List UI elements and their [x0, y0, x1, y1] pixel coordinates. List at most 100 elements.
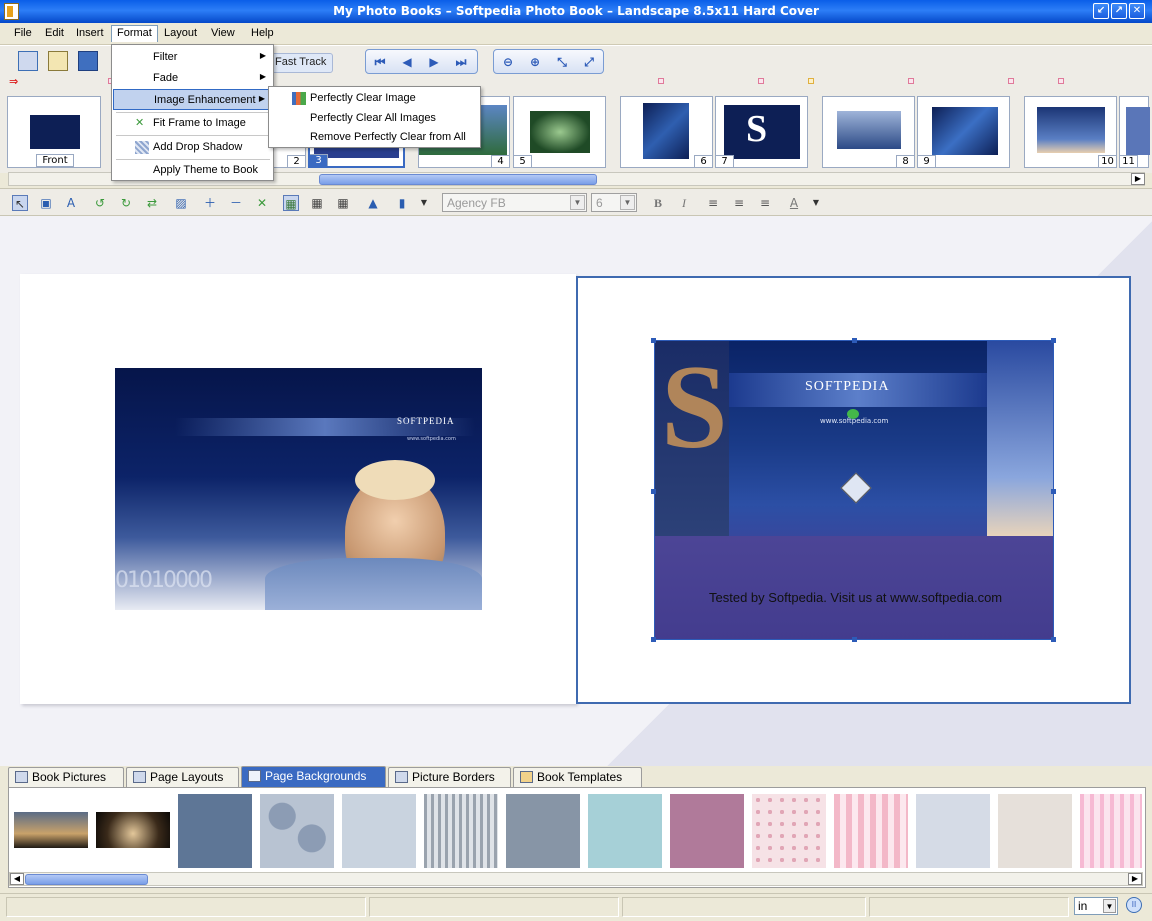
background-thumb[interactable] [670, 794, 744, 868]
align-center-icon[interactable]: ≡ [731, 195, 747, 211]
unit-select[interactable]: in ▼ [1074, 897, 1118, 915]
resize-handle[interactable] [1051, 637, 1056, 642]
rotate-right-icon[interactable]: ↻ [118, 195, 134, 211]
right-page[interactable]: S SOFTPEDIA www.softpedia.com Tested by … [576, 276, 1131, 704]
font-family-select[interactable]: Agency FB ▼ [442, 193, 587, 212]
zoom-image-out-icon[interactable]: － [228, 195, 244, 211]
rotate-left-icon[interactable]: ↺ [92, 195, 108, 211]
menu-item-perfectly-clear-all[interactable]: Perfectly Clear All Images [270, 108, 479, 129]
thumbnail-page-8[interactable]: 8 [822, 96, 915, 168]
tab-picture-borders[interactable]: Picture Borders [388, 767, 511, 787]
background-thumb[interactable] [96, 812, 170, 848]
tab-book-pictures[interactable]: Book Pictures [8, 767, 124, 787]
tab-page-backgrounds[interactable]: Page Backgrounds [241, 766, 386, 787]
menu-item-fit-frame[interactable]: ✕ Fit Frame to Image [113, 113, 272, 134]
move-handle-icon[interactable] [840, 472, 872, 504]
resize-handle[interactable] [651, 637, 656, 642]
thumbnail-scroll-thumb[interactable] [319, 174, 597, 185]
thumbnail-page-11[interactable]: 11 [1119, 96, 1150, 168]
menu-item-fade[interactable]: Fade ▶ [113, 68, 272, 89]
align-left-icon[interactable]: ≡ [705, 195, 721, 211]
fast-track-button[interactable]: Fast Track [268, 53, 334, 73]
select-icon[interactable]: ↖ [12, 195, 28, 211]
text-color-dropdown-icon[interactable]: ▼ [808, 195, 824, 211]
italic-icon[interactable]: I [676, 195, 692, 211]
background-thumb[interactable] [178, 794, 252, 868]
menu-item-drop-shadow[interactable]: Add Drop Shadow [113, 137, 272, 158]
fit-image-icon[interactable]: ✕ [254, 195, 270, 211]
background-thumb[interactable] [260, 794, 334, 868]
left-page[interactable]: SOFTPEDIA www.softpedia.com 01010000 [20, 274, 576, 704]
zoom-in-icon[interactable]: ⊕ [529, 56, 541, 68]
resize-handle[interactable] [1051, 338, 1056, 343]
background-thumb[interactable] [342, 794, 416, 868]
menu-item-perfectly-clear-image[interactable]: Perfectly Clear Image [270, 88, 479, 109]
menu-view[interactable]: View [206, 26, 240, 43]
zoom-image-in-icon[interactable]: ＋ [202, 195, 218, 211]
thumbnail-page-5[interactable]: 5 [513, 96, 606, 168]
menu-edit[interactable]: Edit [40, 26, 69, 43]
thumbnail-page-6[interactable]: 6 [620, 96, 713, 168]
chart-dropdown-icon[interactable]: ▼ [416, 195, 432, 211]
menu-format[interactable]: Format [111, 25, 158, 42]
shadow-icon[interactable]: ▨ [173, 195, 189, 211]
image-fill-icon[interactable]: ▦ [283, 195, 299, 211]
maximize-icon[interactable]: ↗ [1111, 3, 1127, 19]
background-thumb[interactable] [998, 794, 1072, 868]
resize-handle[interactable] [852, 338, 857, 343]
resize-handle[interactable] [1051, 489, 1056, 494]
background-thumb[interactable] [424, 794, 498, 868]
thumbnail-page-10[interactable]: 10 [1024, 96, 1117, 168]
first-page-icon[interactable]: ⏮ [374, 56, 386, 68]
new-book-icon[interactable] [18, 51, 38, 71]
background-thumb[interactable] [752, 794, 826, 868]
menu-layout[interactable]: Layout [159, 26, 202, 43]
add-text-icon[interactable]: A [63, 195, 79, 211]
thumbnail-page-7[interactable]: S 7 [715, 96, 808, 168]
backgrounds-scroll-thumb[interactable] [25, 874, 148, 885]
fit-page-icon[interactable]: ⤡ [556, 56, 568, 68]
zoom-out-icon[interactable]: ⊖ [502, 56, 514, 68]
add-frame-icon[interactable]: ▣ [38, 195, 54, 211]
scroll-right-icon[interactable]: ▶ [1131, 173, 1145, 185]
menu-item-remove-perfectly-clear[interactable]: Remove Perfectly Clear from All [270, 127, 479, 148]
background-thumb[interactable] [506, 794, 580, 868]
resize-handle[interactable] [651, 489, 656, 494]
close-icon[interactable]: ✕ [1129, 3, 1145, 19]
background-thumb[interactable] [14, 812, 88, 848]
background-thumb[interactable] [1080, 794, 1142, 868]
menu-help[interactable]: Help [246, 26, 279, 43]
pause-icon[interactable]: ll [1126, 897, 1142, 913]
font-size-select[interactable]: 6 ▼ [591, 193, 637, 212]
flip-icon[interactable]: ⇄ [144, 195, 160, 211]
fit-spread-icon[interactable]: ⤢ [583, 56, 595, 68]
menu-file[interactable]: File [9, 26, 37, 43]
left-page-photo[interactable]: SOFTPEDIA www.softpedia.com 01010000 [115, 368, 482, 610]
menu-item-image-enhancement[interactable]: Image Enhancement ▶ [113, 89, 272, 110]
add-image-icon[interactable]: ▲ [365, 195, 381, 211]
last-page-icon[interactable]: ⏭ [455, 56, 467, 68]
thumbnail-front[interactable]: Front [7, 96, 101, 168]
menu-insert[interactable]: Insert [71, 26, 109, 43]
resize-handle[interactable] [852, 637, 857, 642]
text-color-icon[interactable]: A [786, 195, 802, 211]
save-icon[interactable] [78, 51, 98, 71]
background-thumb[interactable] [588, 794, 662, 868]
backgrounds-scrollbar[interactable]: ◀ ▶ [9, 872, 1143, 886]
right-page-photo[interactable]: S SOFTPEDIA www.softpedia.com Tested by … [654, 340, 1054, 640]
tab-book-templates[interactable]: Book Templates [513, 767, 642, 787]
background-thumb[interactable] [916, 794, 990, 868]
bold-icon[interactable]: B [650, 195, 666, 211]
chart-icon[interactable]: ▮ [394, 195, 410, 211]
previous-page-icon[interactable]: ◀ [401, 56, 413, 68]
background-thumb[interactable] [834, 794, 908, 868]
next-page-icon[interactable]: ▶ [428, 56, 440, 68]
image-stretch-icon[interactable]: ▦ [335, 195, 351, 211]
menu-item-filter[interactable]: Filter ▶ [113, 47, 272, 68]
resize-handle[interactable] [651, 338, 656, 343]
thumbnail-page-9[interactable]: 9 [917, 96, 1010, 168]
tab-page-layouts[interactable]: Page Layouts [126, 767, 239, 787]
scroll-right-icon[interactable]: ▶ [1128, 873, 1142, 885]
edit-book-icon[interactable] [48, 51, 68, 71]
menu-item-apply-theme[interactable]: Apply Theme to Book [113, 160, 272, 181]
